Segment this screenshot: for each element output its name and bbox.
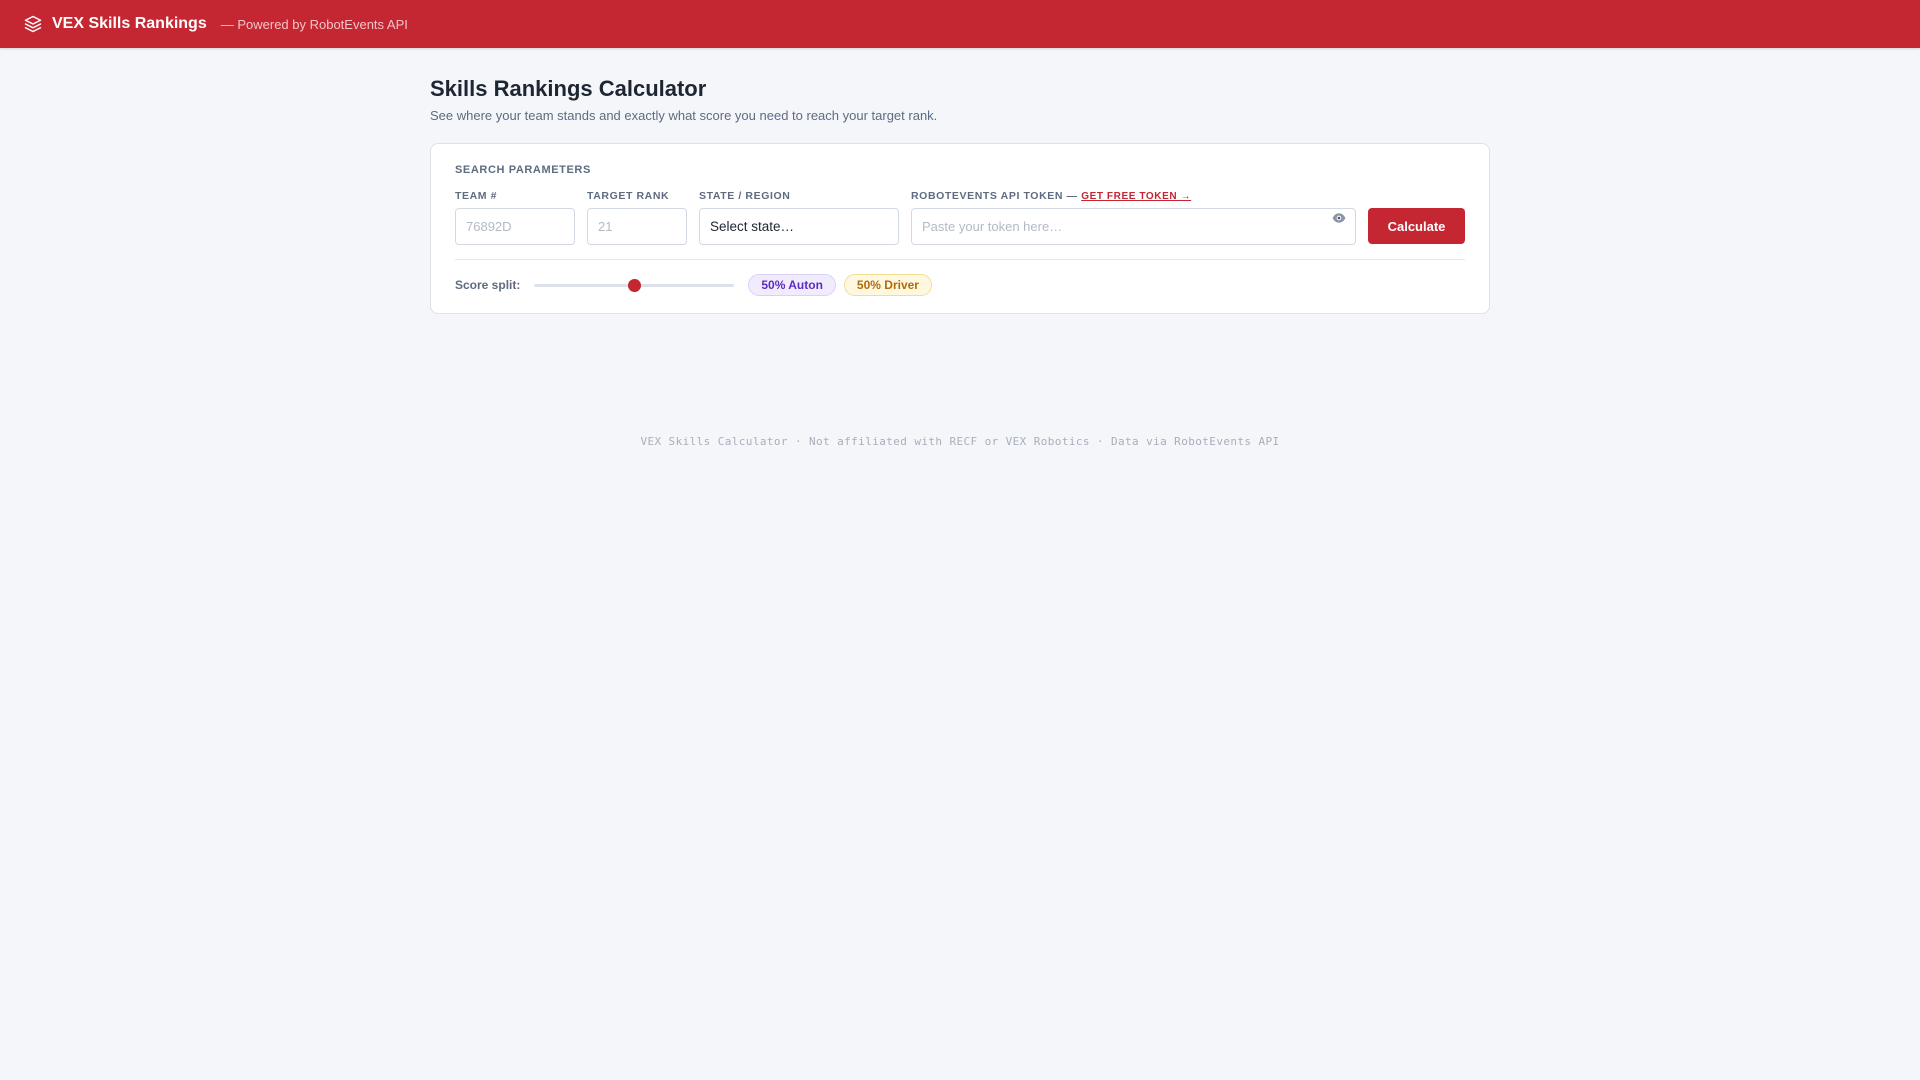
score-split-slider[interactable]	[534, 278, 735, 292]
search-form-row: Team # Target Rank State / Region Select…	[455, 190, 1465, 245]
page-title: Skills Rankings Calculator	[430, 76, 707, 101]
target-rank-input[interactable]	[587, 208, 687, 245]
api-token-label-text: RoboTEvents API Token —	[911, 190, 1078, 202]
team-number-input[interactable]	[455, 208, 575, 245]
team-field: Team #	[455, 190, 575, 245]
state-label: State / Region	[699, 190, 791, 202]
main-content: Skills Rankings Calculator See where you…	[430, 76, 1490, 314]
target-rank-field: Target Rank	[587, 190, 687, 245]
top-navbar: VEX Skills Rankings — Powered by RobotEv…	[0, 0, 1920, 48]
score-split-row: Score split: 50% Auton 50% Driver	[455, 274, 1465, 296]
footer-text: VEX Skills Calculator · Not affiliated w…	[640, 435, 1280, 448]
divider	[455, 259, 1465, 260]
auton-percent-badge: 50% Auton	[748, 274, 836, 296]
calculate-button[interactable]: Calculate	[1368, 208, 1465, 244]
app-brand: VEX Skills Rankings	[52, 15, 207, 32]
state-select[interactable]: Select state…	[699, 208, 899, 245]
api-token-label: RoboTEvents API Token — Get free token →	[911, 190, 1356, 202]
score-split-label: Score split:	[455, 278, 521, 292]
state-field: State / Region Select state…	[699, 190, 899, 245]
state-select-value: Select state…	[710, 219, 795, 234]
search-parameters-card: Search Parameters Team # Target Rank Sta…	[430, 143, 1490, 314]
layers-icon	[24, 15, 42, 33]
target-rank-label: Target Rank	[587, 190, 670, 202]
team-label: Team #	[455, 190, 498, 202]
api-token-field: RoboTEvents API Token — Get free token →	[911, 190, 1356, 245]
slider-thumb[interactable]	[627, 279, 641, 292]
eye-icon[interactable]	[1332, 212, 1346, 224]
api-token-input-wrap	[911, 208, 1356, 245]
api-token-input[interactable]	[911, 208, 1356, 245]
page-subtitle: See where your team stands and exactly w…	[430, 108, 938, 123]
section-label: Search Parameters	[455, 164, 591, 176]
powered-by-text: — Powered by RobotEvents API	[220, 16, 408, 32]
driver-percent-badge: 50% Driver	[843, 274, 932, 296]
get-free-token-link[interactable]: Get free token →	[1081, 191, 1191, 202]
